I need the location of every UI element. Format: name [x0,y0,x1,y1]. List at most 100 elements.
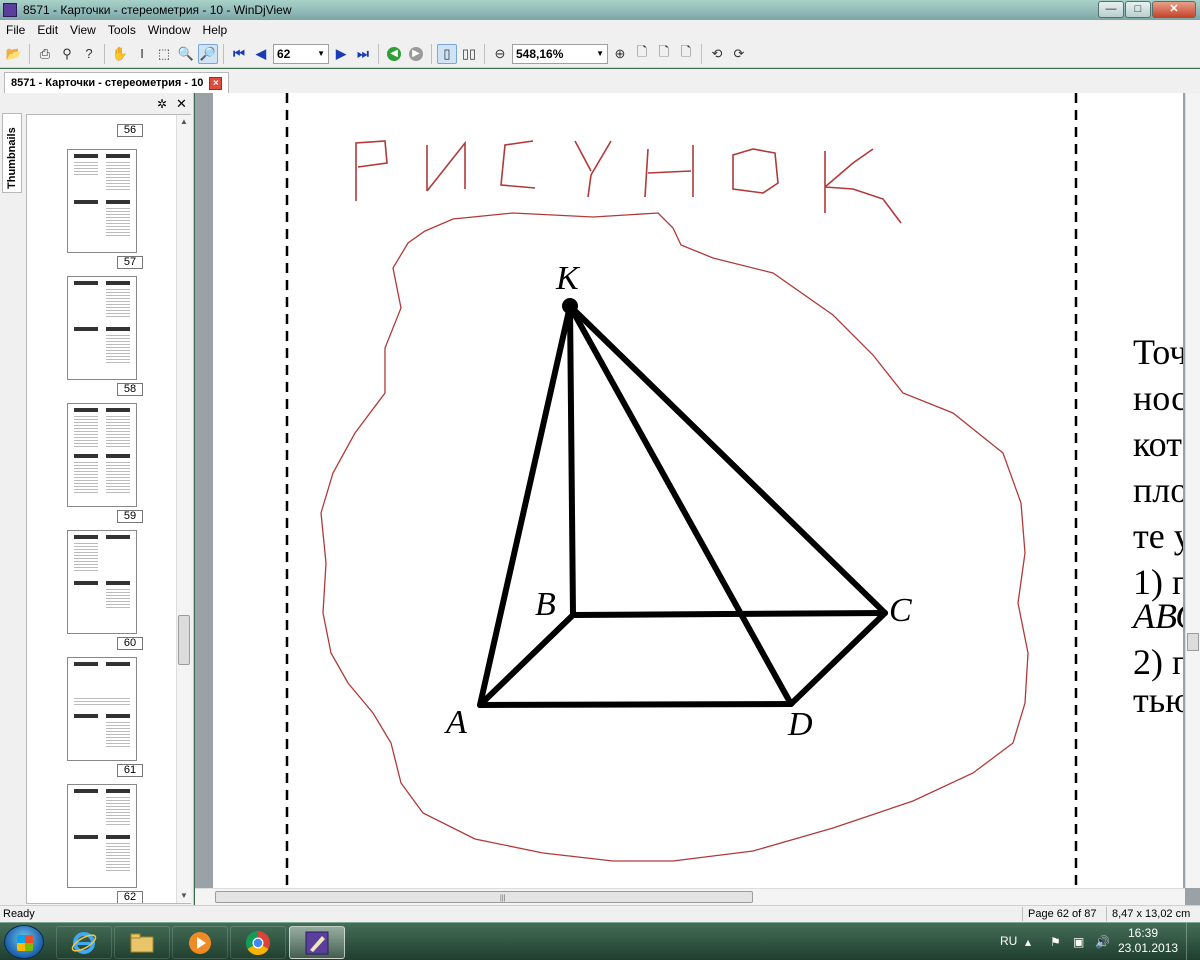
thumbnails-tab-label: Thumbnails [6,127,18,189]
prev-page-icon[interactable]: ◀ [251,44,271,64]
label-k: K [555,260,581,297]
menu-file[interactable]: File [0,23,31,37]
open-folder-icon[interactable]: 📂 [4,44,24,64]
sidebar-scrollbar[interactable]: ▲ ▼ [176,115,191,903]
print-icon[interactable]: ⎙ [35,44,55,64]
two-page-layout-icon[interactable]: ▯▯ [459,44,479,64]
menu-bar: File Edit View Tools Window Help [0,20,1200,40]
volume-icon[interactable]: 🔊 [1095,935,1110,949]
taskbar-media-player[interactable] [172,926,228,959]
pyramid-figure [477,303,888,708]
hand-tool-icon[interactable]: ✋ [110,44,130,64]
single-page-layout-icon[interactable]: ▯ [437,43,457,64]
taskbar-chrome[interactable] [230,926,286,959]
text-select-icon[interactable]: I [132,44,152,64]
menu-help[interactable]: Help [197,23,234,37]
forward-icon[interactable]: ▶ [406,44,426,64]
page-number-combo[interactable]: 62 ▼ [273,43,329,64]
action-center-icon[interactable]: ⚑ [1050,935,1064,949]
rotate-left-icon[interactable]: ⟲ [707,44,727,64]
problem-text-line: те у [1133,516,1183,556]
start-button[interactable] [4,925,44,959]
scroll-down-icon[interactable]: ▼ [180,891,188,900]
zoom-combo[interactable]: 548,16% ▼ [512,43,608,64]
horizontal-scrollbar[interactable]: ||| [195,888,1185,905]
thumbnail-60[interactable] [67,530,137,634]
clock[interactable]: 16:39 23.01.2013 [1118,926,1178,956]
label-c: C [889,592,912,629]
zoom-tool-icon[interactable]: 🔍 [176,44,196,64]
label-b: B [535,586,556,623]
close-button[interactable]: ✕ [1152,1,1196,18]
minimize-button[interactable]: — [1098,1,1124,18]
status-size-info: 8,47 x 13,02 cm [1112,908,1191,920]
find-icon[interactable]: ⚲ [57,44,77,64]
first-page-icon[interactable]: ⏮ [229,44,249,64]
sidebar-scroll-thumb[interactable] [178,615,190,665]
taskbar-ie[interactable] [56,926,112,959]
edge-ka [477,303,573,708]
page-drawing: K A B C D [285,93,1078,888]
taskbar: RU ▴ ⚑ ▣ 🔊 16:39 23.01.2013 [0,922,1200,960]
window-title: 8571 - Карточки - стереометрия - 10 - Wi… [23,3,292,17]
maximize-button[interactable]: □ [1125,1,1151,18]
thumbnail-label[interactable]: 62 [117,891,143,903]
thumbnail-57[interactable] [67,149,137,253]
toolbar-separator [378,43,379,64]
thumbnail-label[interactable]: 60 [117,637,143,650]
help-icon[interactable]: ? [79,44,99,64]
zoom-rect-icon[interactable]: 🔎 [198,43,218,64]
thumbnail-label[interactable]: 56 [117,124,143,137]
thumbnails-tab[interactable]: Thumbnails [2,113,22,193]
actual-size-icon[interactable]: 🗋 [676,44,696,64]
problem-text-line: кот [1133,424,1182,464]
menu-edit[interactable]: Edit [31,23,64,37]
language-indicator[interactable]: RU [1000,934,1017,948]
window-controls: — □ ✕ [1098,1,1196,18]
zoom-out-icon[interactable]: ⊖ [490,44,510,64]
toolbar-separator [701,43,702,64]
toolbar-separator [223,43,224,64]
thumbnail-59[interactable] [67,403,137,507]
back-icon[interactable]: ◀ [384,44,404,64]
horizontal-scroll-thumb[interactable]: ||| [215,891,753,903]
fit-page-icon[interactable]: 🗋 [632,44,652,64]
thumbnail-label[interactable]: 57 [117,256,143,269]
edge-ad [477,701,794,708]
rect-select-icon[interactable]: ⬚ [154,44,174,64]
thumbnail-label[interactable]: 59 [117,510,143,523]
status-ready: Ready [3,908,35,920]
menu-tools[interactable]: Tools [102,23,142,37]
thumbnail-61[interactable] [67,657,137,761]
label-d: D [787,706,813,743]
menu-window[interactable]: Window [142,23,197,37]
gear-icon[interactable]: ✲ [157,97,167,111]
menu-view[interactable]: View [64,23,102,37]
thumbnail-62[interactable] [67,784,137,888]
show-desktop-button[interactable] [1186,923,1200,960]
taskbar-explorer[interactable] [114,926,170,959]
edge-kb [567,303,576,618]
thumbnail-label[interactable]: 58 [117,383,143,396]
rotate-right-icon[interactable]: ⟳ [729,44,749,64]
close-sidebar-icon[interactable]: ✕ [176,96,187,112]
document-tab[interactable]: 8571 - Карточки - стереометрия - 10 × [4,72,230,93]
vertical-scroll-thumb[interactable] [1187,633,1199,651]
chrome-icon [245,930,270,955]
thumbnail-58[interactable] [67,276,137,380]
toolbar-separator [484,43,485,64]
fit-width-icon[interactable]: 🗋 [654,44,674,64]
page-canvas: K A B C D Точ нос кот пло те у 1) п АВС … [213,93,1183,888]
taskbar-windjview[interactable] [289,926,345,959]
zoom-in-icon[interactable]: ⊕ [610,44,630,64]
close-tab-icon[interactable]: × [209,76,223,90]
vertical-scrollbar[interactable] [1185,93,1200,888]
last-page-icon[interactable]: ⏭ [353,44,373,64]
scroll-up-icon[interactable]: ▲ [180,117,188,126]
edge-kd [567,303,794,707]
network-icon[interactable]: ▣ [1073,935,1087,949]
tray-expand-icon[interactable]: ▴ [1025,935,1039,949]
thumbnail-label[interactable]: 61 [117,764,143,777]
next-page-icon[interactable]: ▶ [331,44,351,64]
problem-text-line: Точ [1133,332,1183,372]
